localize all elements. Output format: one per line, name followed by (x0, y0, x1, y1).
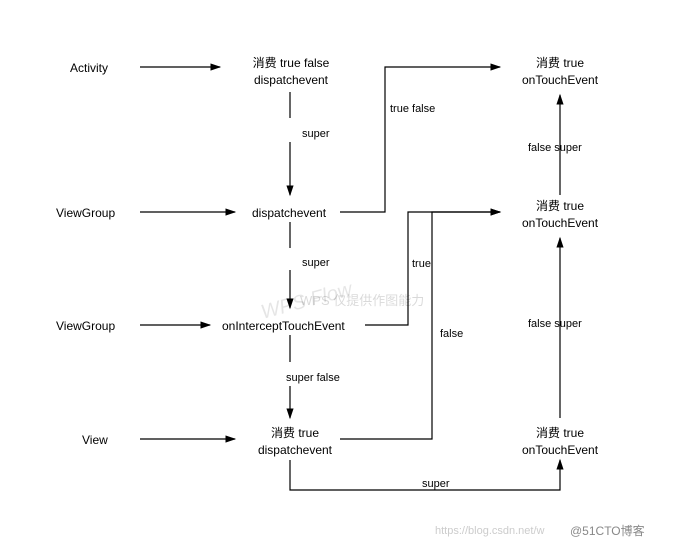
edge-true-label: true (412, 258, 431, 270)
edge-falsesuper1-label: false super (528, 142, 582, 154)
edge-false-label: false (440, 328, 463, 340)
viewgroup2-label: ViewGroup (56, 318, 115, 335)
view-dispatch-line2: dispatchevent (250, 442, 340, 459)
activity-touch-line2: onTouchEvent (510, 72, 610, 89)
viewgroup-touch-node: 消费 true onTouchEvent (510, 198, 610, 232)
view-dispatch-line1: 消费 true (250, 425, 340, 442)
arrow-truefalse (340, 67, 500, 212)
viewgroup-touch-line1: 消费 true (510, 198, 610, 215)
attribution-label: @51CTO博客 (570, 522, 645, 539)
wps-sub-watermark: WPS 仅提供作图能力 (300, 290, 424, 309)
viewgroup-intercept-node: onInterceptTouchEvent (222, 318, 345, 335)
edge-superfalse-label: super false (286, 372, 340, 384)
view-touch-node: 消费 true onTouchEvent (510, 425, 610, 459)
view-label: View (82, 432, 108, 449)
activity-dispatch-node: 消费 true false dispatchevent (236, 55, 346, 89)
view-touch-line2: onTouchEvent (510, 442, 610, 459)
edge-truefalse-label: true false (390, 103, 435, 115)
edge-super1-label: super (302, 128, 330, 140)
arrow-false (340, 212, 500, 439)
edge-super2-label: super (302, 257, 330, 269)
activity-dispatch-line1: 消费 true false (236, 55, 346, 72)
activity-touch-line1: 消费 true (510, 55, 610, 72)
viewgroup1-label: ViewGroup (56, 205, 115, 222)
view-dispatch-node: 消费 true dispatchevent (250, 425, 340, 459)
activity-label: Activity (70, 60, 108, 77)
viewgroup-dispatch-node: dispatchevent (252, 205, 326, 222)
activity-touch-node: 消费 true onTouchEvent (510, 55, 610, 89)
view-touch-line1: 消费 true (510, 425, 610, 442)
edge-super3-label: super (422, 478, 450, 490)
csdn-watermark: https://blog.csdn.net/w (435, 525, 544, 537)
activity-dispatch-line2: dispatchevent (236, 72, 346, 89)
arrow-true (365, 212, 500, 325)
edge-falsesuper2-label: false super (528, 318, 582, 330)
viewgroup-touch-line2: onTouchEvent (510, 215, 610, 232)
